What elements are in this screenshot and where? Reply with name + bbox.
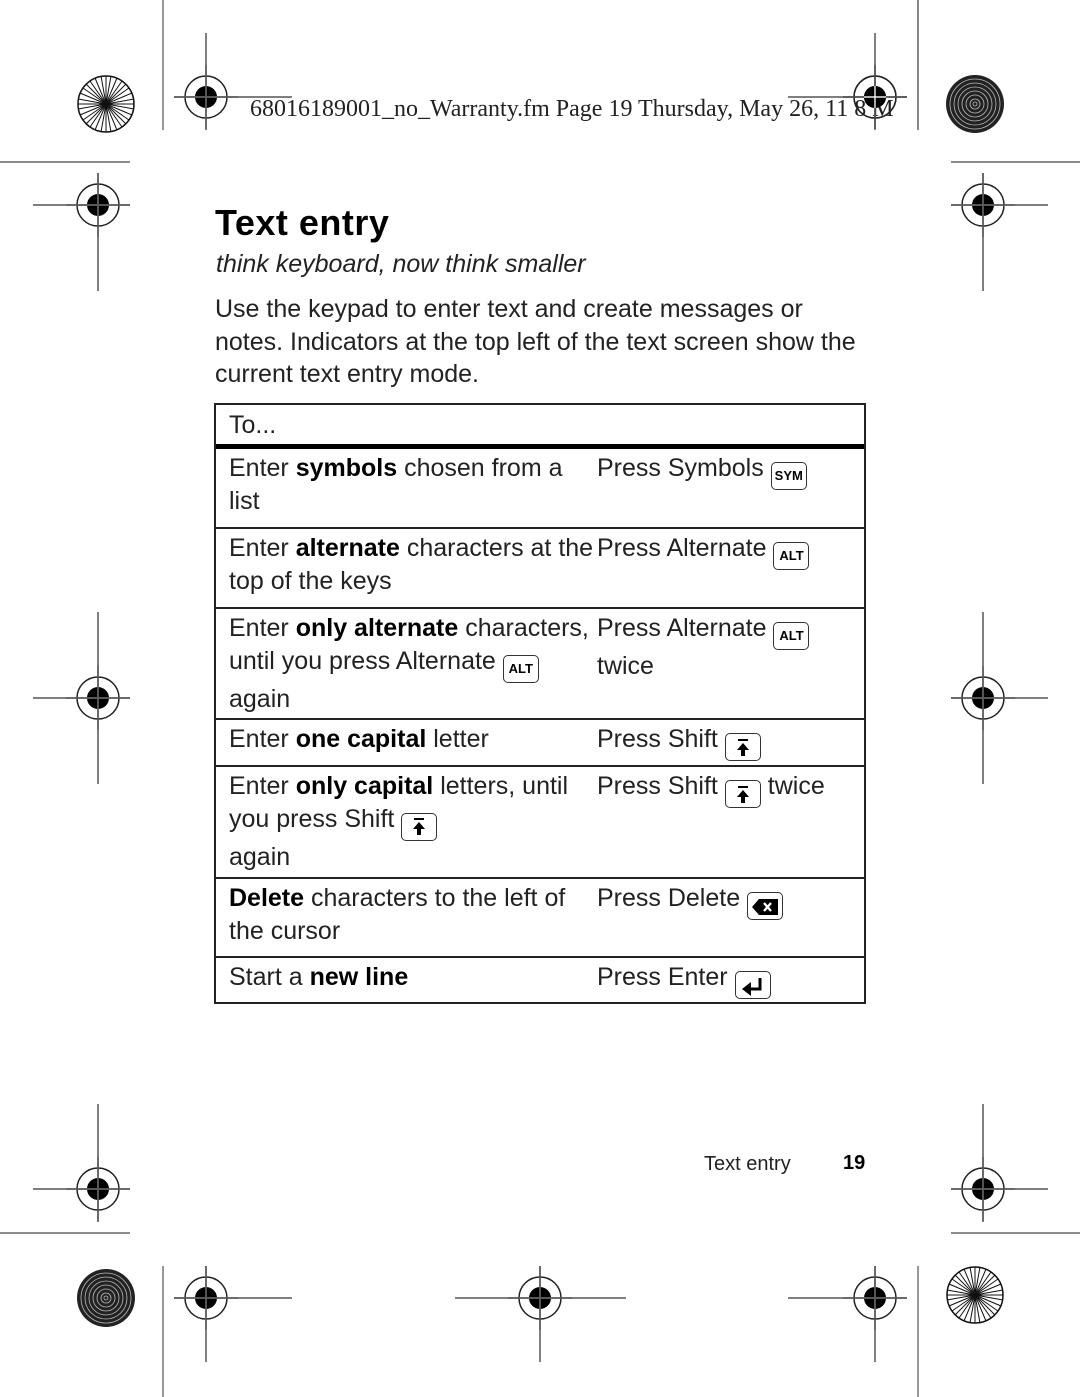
shift-key-icon [401, 812, 438, 841]
row-action: Enter alternate characters at the top of… [229, 534, 594, 595]
table-row: Start a new line Press Enter [216, 956, 864, 1002]
concentric-target-mark [76, 1268, 136, 1328]
shift-key-icon [724, 780, 761, 808]
row-instruction: Press Alternate ALT [597, 532, 851, 599]
header-overlay-marks [842, 0, 1005, 134]
table-row: Enter alternate characters at the top of… [216, 527, 864, 607]
row-instruction: Press Alternate ALT twice [597, 612, 851, 710]
table-row: Delete characters to the left of the cur… [216, 877, 864, 956]
alt-key-icon: ALT [773, 622, 810, 650]
row-instruction: Press Symbols SYM [597, 452, 851, 519]
table-row: Enter symbols chosen from a list Press S… [216, 449, 864, 527]
delete-key-icon [747, 892, 784, 920]
row-instruction: Press Shift [597, 723, 851, 761]
row-action: Enter one capital letter [229, 725, 489, 753]
concentric-target-mark [945, 74, 1005, 134]
intro-paragraph: Use the keypad to enter text and create … [215, 295, 856, 388]
page-title: Text entry [215, 202, 390, 243]
row-action: Enter only alternate characters, until y… [229, 614, 589, 713]
shift-key-icon [724, 733, 761, 761]
table-header: To... [216, 405, 864, 449]
enter-key-icon [734, 971, 771, 999]
alt-key-icon: ALT [502, 654, 539, 683]
page-subtitle: think keyboard, now think smaller [216, 250, 586, 278]
table-row: Enter only alternate characters, until y… [216, 607, 864, 718]
spoke-target-mark [946, 1266, 1004, 1324]
row-instruction: Press Shift twice [597, 770, 851, 869]
row-instruction: Press Delete [597, 882, 851, 948]
row-action: Start a new line [229, 963, 409, 991]
page-number: 19 [843, 1152, 866, 1174]
footer-section-label: Text entry [704, 1153, 791, 1175]
text-entry-table: To... Enter symbols chosen from a list P… [214, 403, 866, 1004]
row-instruction: Press Enter [597, 961, 851, 999]
table-row: Enter one capital letter Press Shift [216, 718, 864, 765]
alt-key-icon: ALT [773, 542, 810, 570]
row-action: Enter only capital letters, until you pr… [229, 772, 569, 871]
table-row: Enter only capital letters, until you pr… [216, 765, 864, 877]
row-action: Enter symbols chosen from a list [229, 454, 563, 515]
sym-key-icon: SYM [770, 462, 807, 490]
row-action: Delete characters to the left of the cur… [229, 884, 566, 945]
